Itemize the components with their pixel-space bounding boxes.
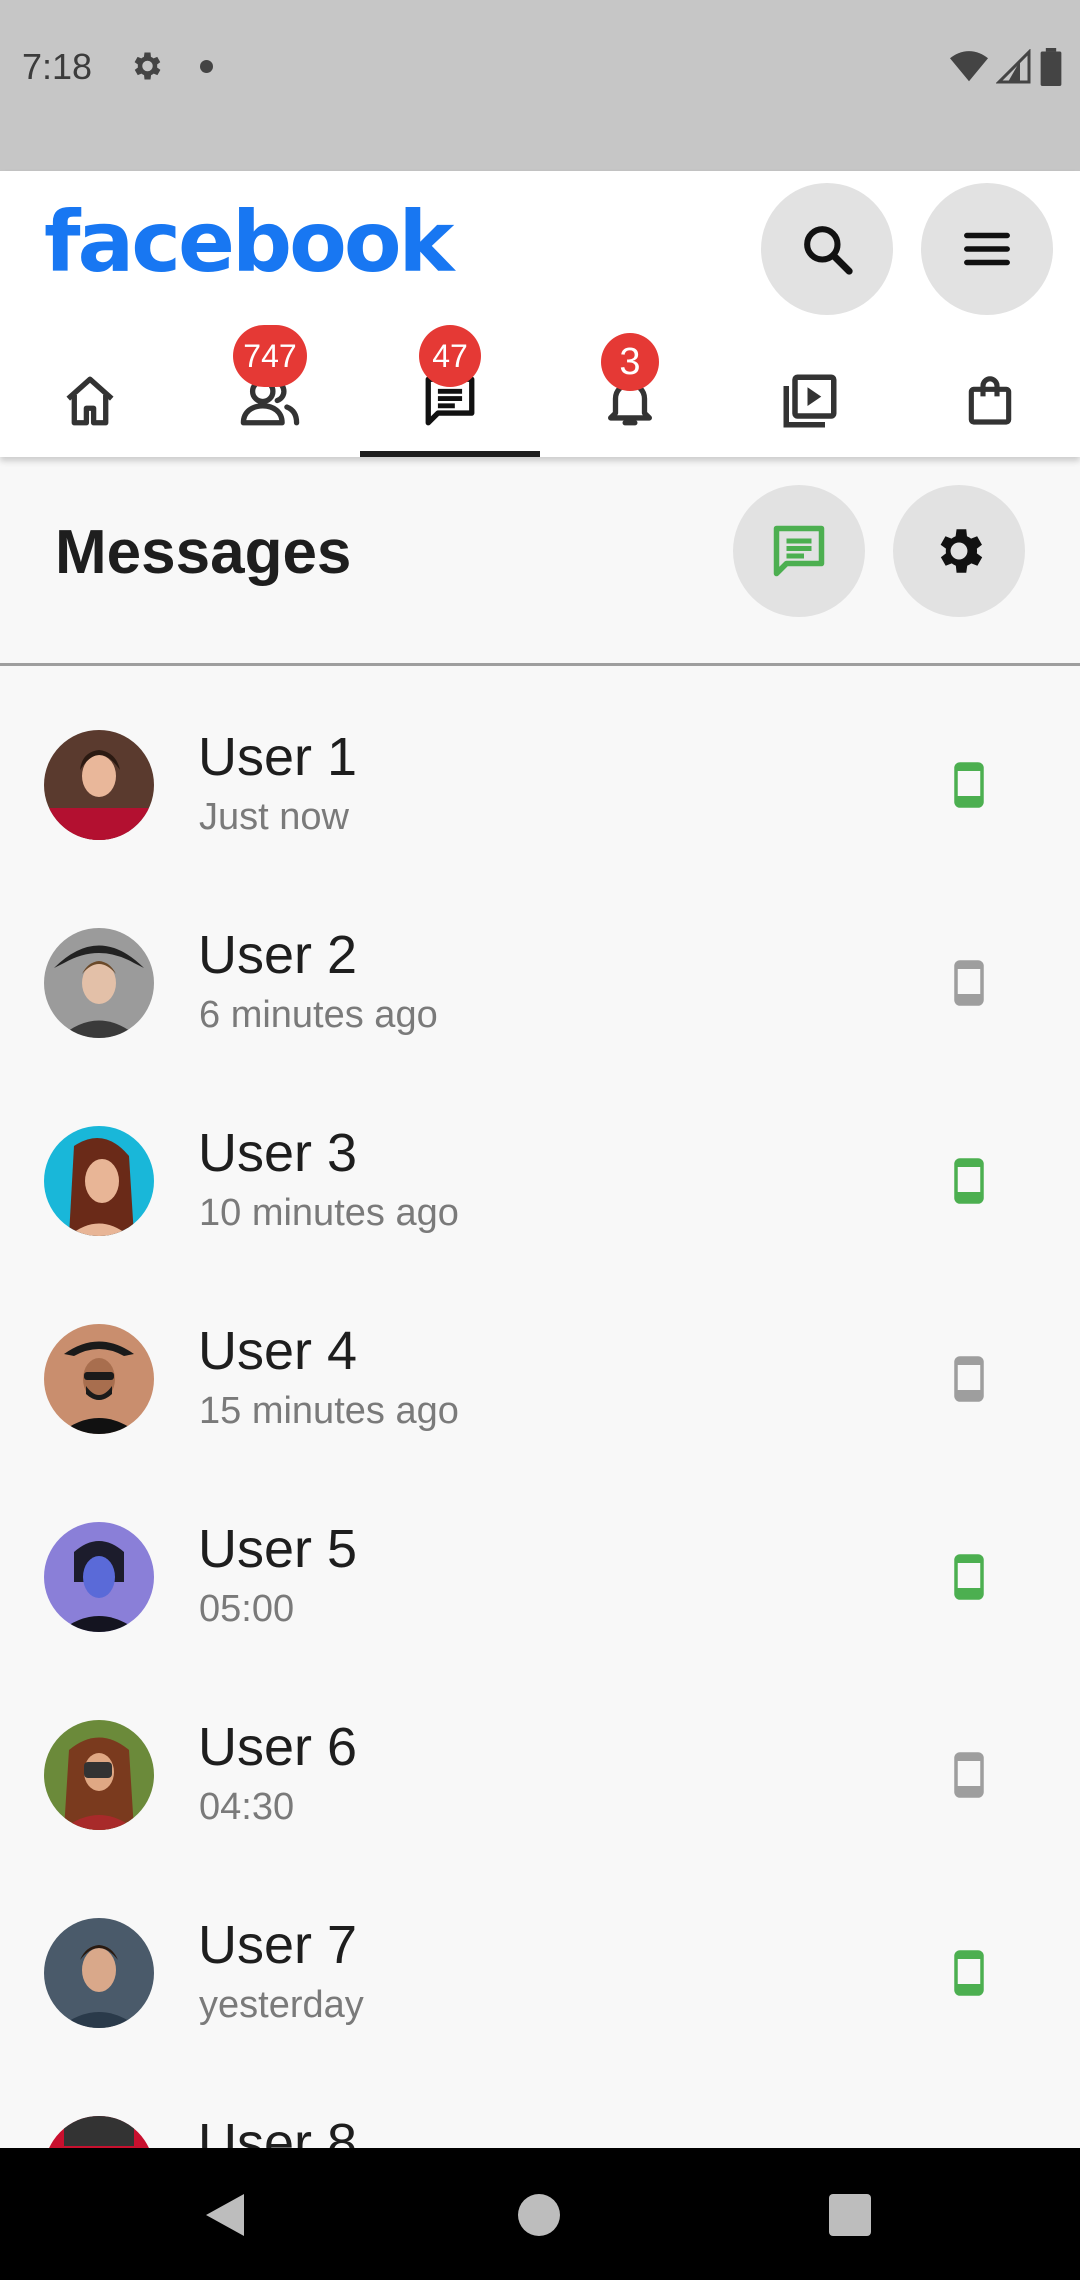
last-active: 15 minutes ago: [199, 1390, 459, 1432]
contact-name: User 4: [198, 1321, 358, 1381]
back-icon[interactable]: [204, 2192, 246, 2238]
avatar: [44, 730, 154, 840]
avatar: [44, 2116, 154, 2148]
search-button[interactable]: [761, 183, 893, 315]
list-item[interactable]: User 5 05:00: [0, 1458, 1080, 1656]
menu-button[interactable]: [921, 183, 1053, 315]
page-title: Messages: [55, 518, 352, 587]
compose-message-icon: [773, 525, 825, 577]
wifi-icon: [950, 51, 988, 82]
avatar: [44, 1126, 154, 1236]
avatar: [44, 1918, 154, 2028]
contact-name: User 6: [198, 1717, 358, 1777]
phone-offline-icon: [954, 1752, 984, 1798]
phone-online-icon: [954, 762, 984, 808]
video-library-icon: [783, 374, 837, 428]
hamburger-menu-icon: [964, 232, 1010, 266]
status-bar: 7:18: [0, 0, 1080, 171]
new-message-button[interactable]: [733, 485, 865, 617]
avatar: [44, 1324, 154, 1434]
contact-name: User 8: [198, 2113, 358, 2148]
last-active: Just now: [199, 796, 349, 838]
tab-marketplace[interactable]: [900, 321, 1080, 457]
last-active: yesterday: [199, 1984, 364, 2026]
list-item[interactable]: User 1 Just now: [0, 666, 1080, 864]
tab-watch[interactable]: [720, 321, 900, 457]
messages-header: Messages: [0, 457, 1080, 666]
facebook-logo[interactable]: facebook: [44, 193, 454, 291]
list-item[interactable]: User 7 yesterday: [0, 1854, 1080, 2052]
phone-offline-icon: [954, 1356, 984, 1402]
phone-offline-icon: [954, 960, 984, 1006]
contact-name: User 3: [198, 1123, 358, 1183]
avatar: [44, 1720, 154, 1830]
shopping-bag-icon: [968, 376, 1012, 425]
last-active: 10 minutes ago: [199, 1192, 459, 1234]
home-nav-icon[interactable]: [518, 2194, 560, 2236]
list-item[interactable]: User 3 10 minutes ago: [0, 1062, 1080, 1260]
last-active: 05:00: [199, 1588, 295, 1630]
settings-button[interactable]: [893, 485, 1025, 617]
last-active: 6 minutes ago: [199, 994, 438, 1036]
status-icons: [950, 48, 1062, 86]
tab-friends[interactable]: 747: [180, 321, 360, 457]
last-active: 04:30: [199, 1786, 295, 1828]
list-item[interactable]: User 2 6 minutes ago: [0, 864, 1080, 1062]
contact-list[interactable]: User 1 Just now User 2 6 minutes ago Use…: [0, 666, 1080, 2148]
recent-apps-icon[interactable]: [829, 2194, 871, 2236]
list-item[interactable]: User 6 04:30: [0, 1656, 1080, 1854]
notifications-badge: 3: [601, 333, 659, 391]
avatar: [44, 1522, 154, 1632]
contact-name: User 7: [198, 1915, 358, 1975]
status-time: 7:18: [22, 46, 93, 87]
phone-online-icon: [954, 1158, 984, 1204]
main-tabs: 747 47 3: [0, 321, 1080, 457]
list-item[interactable]: User 8: [0, 2052, 1080, 2148]
settings-gear-icon: [134, 52, 161, 80]
signal-icon: [996, 49, 1031, 84]
contact-name: User 1: [198, 727, 358, 787]
tab-messages[interactable]: 47: [360, 321, 540, 457]
phone-online-icon: [954, 1950, 984, 1996]
list-item[interactable]: User 4 15 minutes ago: [0, 1260, 1080, 1458]
app-header: facebook 747 47 3: [0, 171, 1080, 457]
contact-name: User 5: [198, 1519, 358, 1579]
battery-icon: [1040, 48, 1062, 86]
tab-notifications[interactable]: 3: [540, 321, 720, 457]
system-nav-bar: [0, 2148, 1080, 2280]
search-icon: [804, 226, 853, 275]
contact-name: User 2: [198, 925, 358, 985]
notification-dot-icon: [200, 60, 213, 73]
avatar: [44, 928, 154, 1038]
messages-badge: 47: [419, 325, 481, 387]
home-icon: [66, 376, 114, 426]
friends-badge: 747: [233, 325, 307, 387]
tab-home[interactable]: [0, 321, 180, 457]
gear-icon: [940, 529, 983, 573]
phone-online-icon: [954, 1554, 984, 1600]
